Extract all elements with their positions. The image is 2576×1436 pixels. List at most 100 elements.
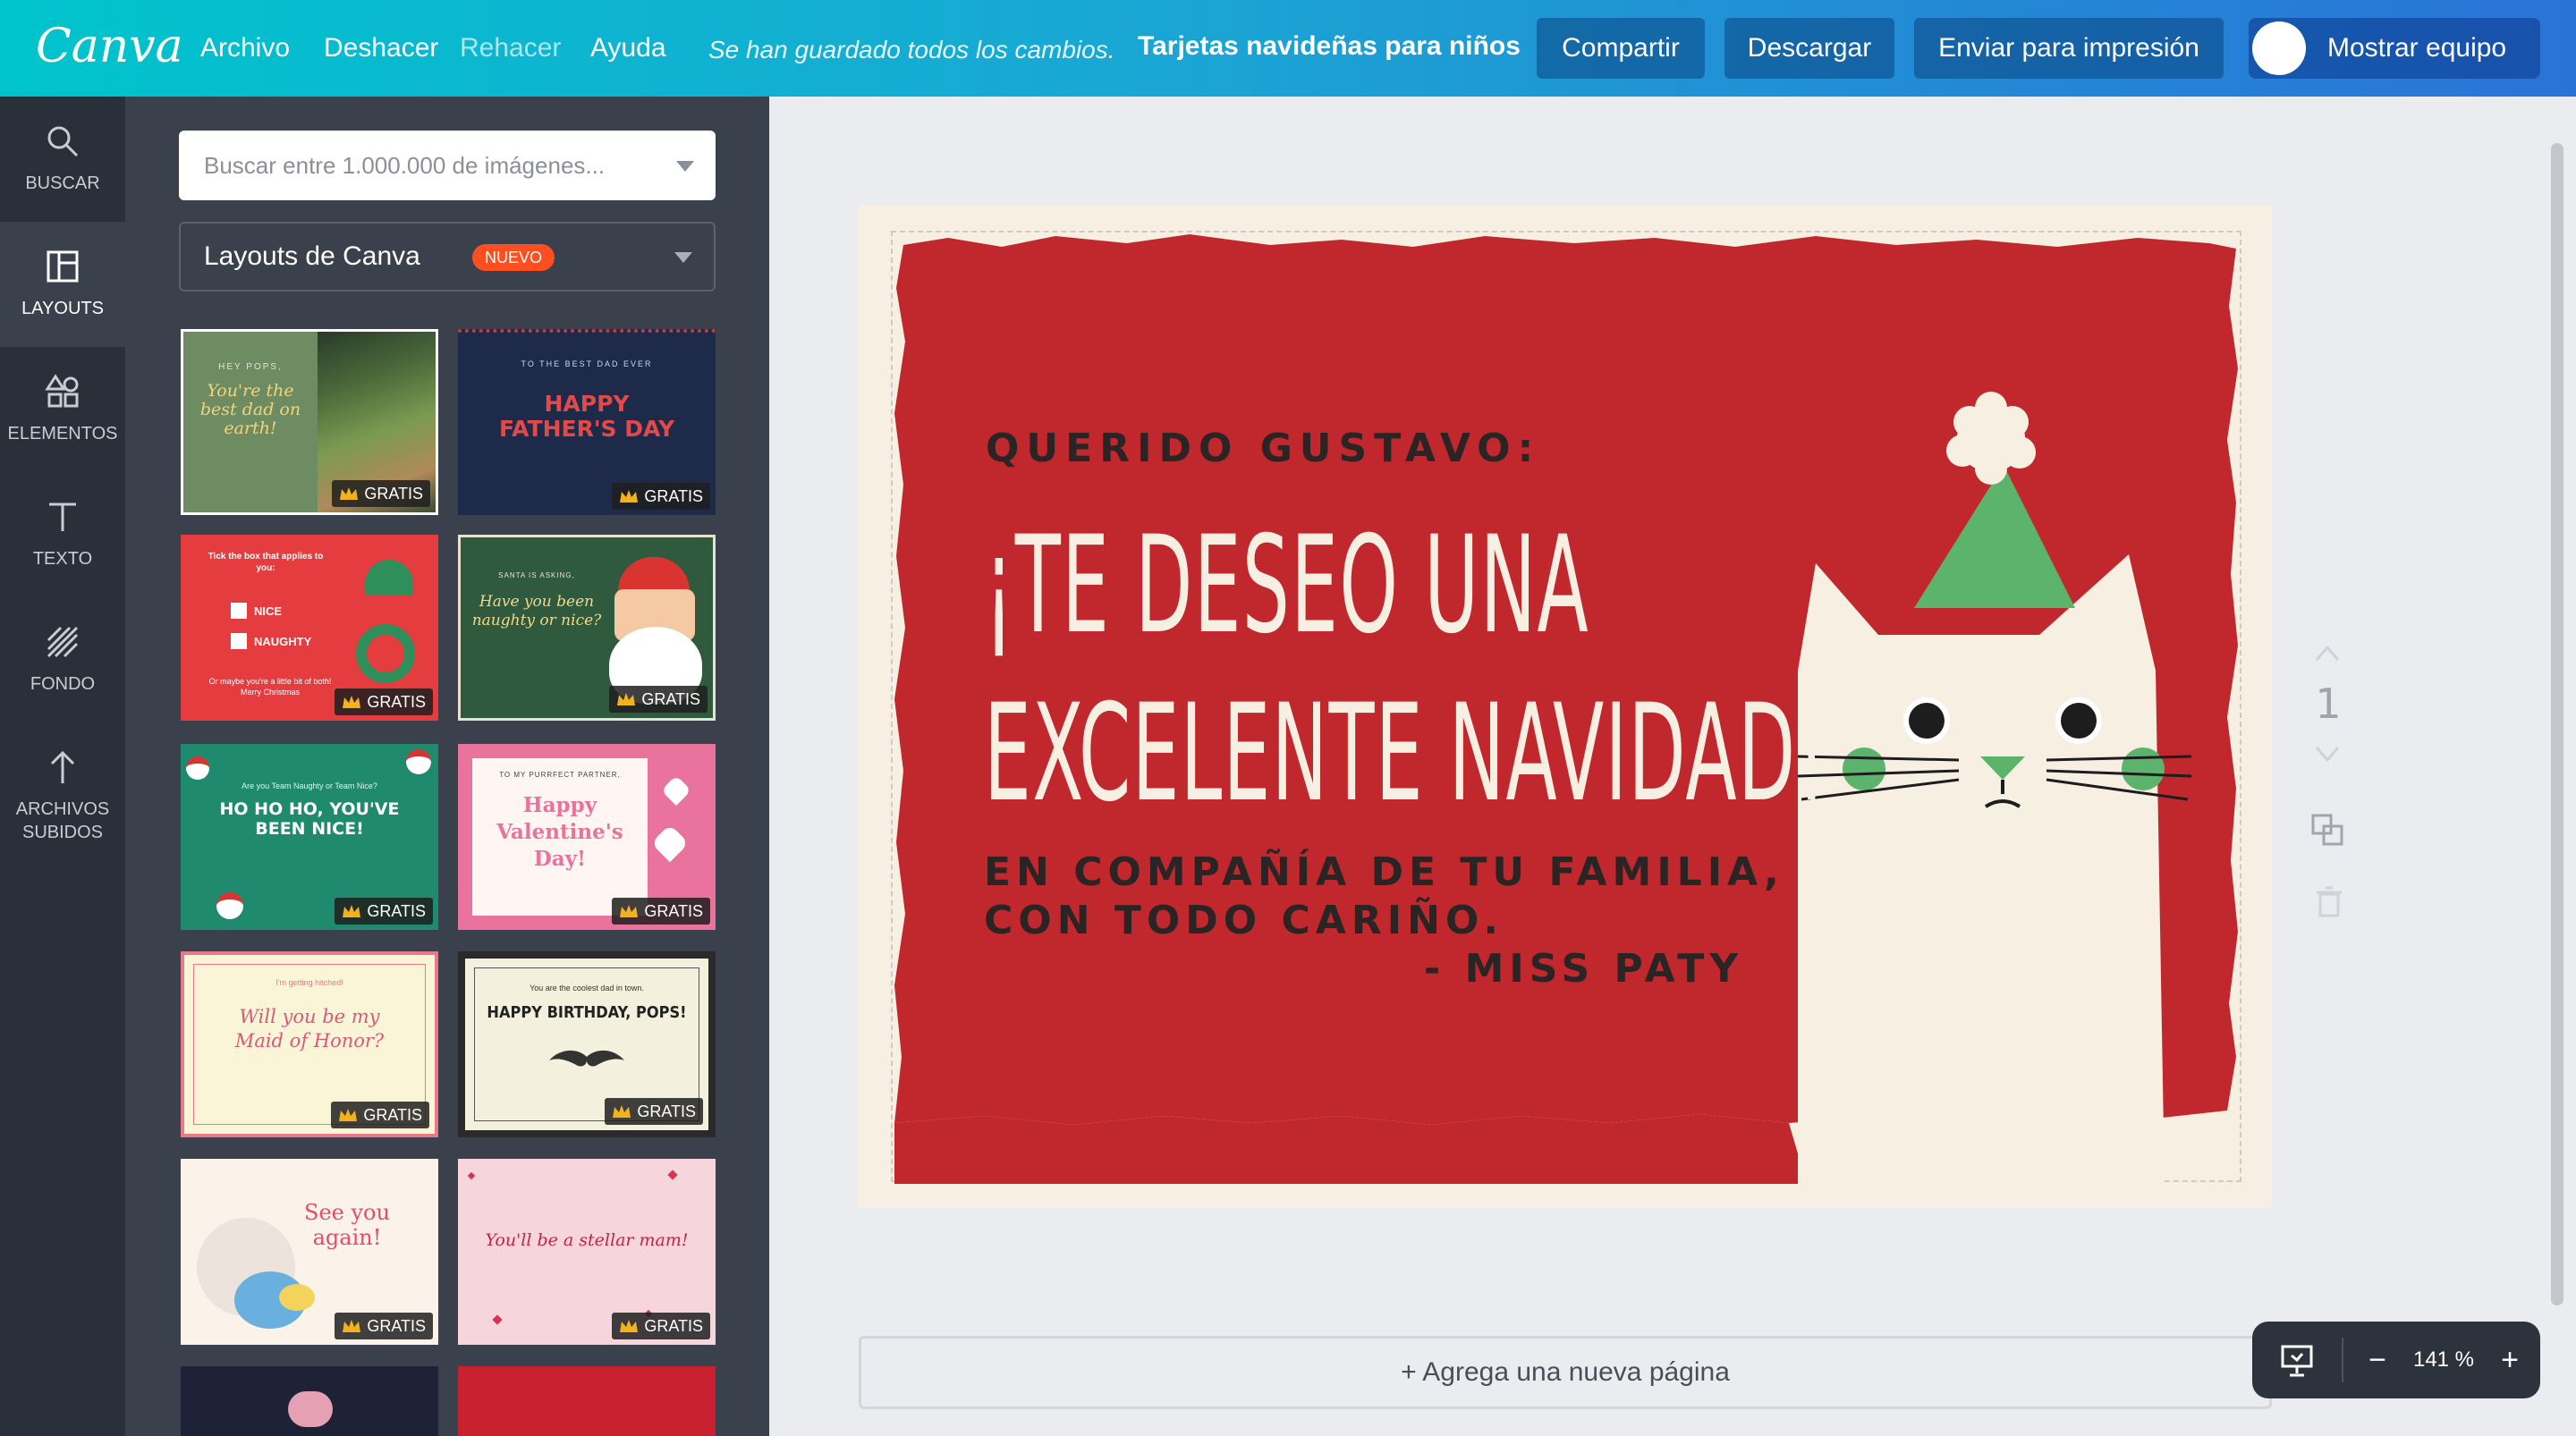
crown-icon bbox=[343, 696, 361, 708]
sidebar-label: BUSCAR bbox=[25, 173, 100, 193]
sidebar-item-fondo[interactable]: FONDO bbox=[0, 597, 125, 722]
template-thumbnail[interactable]: TO MY PURRFECT PARTNER, Happy Valentine'… bbox=[458, 744, 716, 930]
add-page-button[interactable]: + Agrega una nueva página bbox=[859, 1336, 2272, 1409]
chevron-down-icon[interactable] bbox=[676, 161, 694, 172]
zoom-out-button[interactable]: − bbox=[2358, 1322, 2397, 1398]
vertical-scrollbar[interactable] bbox=[2551, 143, 2563, 1305]
free-badge: GRATIS bbox=[612, 1313, 710, 1339]
mustache-icon bbox=[549, 1050, 624, 1067]
template-thumbnail[interactable] bbox=[181, 1366, 438, 1436]
template-title: Have you been naughty or nice? bbox=[471, 593, 602, 629]
template-title: You'll be a stellar mam! bbox=[485, 1230, 689, 1250]
layouts-dropdown[interactable]: Layouts de Canva NUEVO bbox=[179, 222, 716, 291]
free-badge: GRATIS bbox=[331, 1102, 429, 1128]
page-number: 1 bbox=[2315, 680, 2342, 728]
template-pretext: HEY POPS, bbox=[218, 362, 283, 372]
free-badge-label: GRATIS bbox=[644, 902, 703, 920]
dropdown-label: Layouts de Canva bbox=[204, 241, 420, 271]
present-button[interactable] bbox=[2267, 1322, 2329, 1398]
template-title: HAPPY FATHER'S DAY bbox=[498, 391, 675, 442]
show-team-button[interactable]: Mostrar equipo bbox=[2249, 18, 2540, 79]
template-thumbnail[interactable]: SANTA IS ASKING, Have you been naughty o… bbox=[458, 535, 716, 721]
menu-ayuda[interactable]: Ayuda bbox=[590, 30, 666, 66]
sidebar-item-elementos[interactable]: ELEMENTOS bbox=[0, 347, 125, 472]
card-headline-line2[interactable]: EXCELENTE NAVIDAD! bbox=[984, 676, 1827, 832]
free-badge: GRATIS bbox=[605, 1098, 703, 1125]
crown-icon bbox=[613, 1105, 631, 1118]
move-page-down-icon[interactable] bbox=[2309, 735, 2345, 771]
free-badge-label: GRATIS bbox=[363, 1106, 422, 1124]
search-input[interactable] bbox=[204, 131, 669, 200]
show-team-label: Mostrar equipo bbox=[2327, 33, 2507, 63]
sidebar-label: LAYOUTS bbox=[21, 299, 104, 318]
free-badge-label: GRATIS bbox=[641, 690, 700, 708]
crown-icon bbox=[620, 1320, 639, 1332]
layouts-icon bbox=[47, 250, 79, 283]
free-badge: GRATIS bbox=[612, 483, 710, 510]
sidebar-item-layouts[interactable]: LAYOUTS bbox=[0, 222, 125, 347]
menu-archivo[interactable]: Archivo bbox=[200, 30, 290, 66]
template-pretext: Are you Team Naughty or Team Nice? bbox=[242, 781, 377, 790]
search-icon bbox=[47, 126, 79, 157]
template-thumbnail[interactable]: HEY POPS, You're the best dad on earth! … bbox=[181, 329, 438, 515]
sidebar-label: FONDO bbox=[30, 674, 96, 694]
card-message-line1[interactable]: EN COMPAÑÍA DE TU FAMILIA, bbox=[984, 849, 1784, 895]
shapes-icon bbox=[45, 374, 79, 408]
sidebar-item-archivos[interactable]: ARCHIVOS SUBIDOS bbox=[0, 722, 125, 874]
sidebar-label-2: SUBIDOS bbox=[21, 823, 104, 842]
template-option: NICE bbox=[254, 604, 283, 618]
sidebar-label: ELEMENTOS bbox=[7, 424, 118, 443]
template-pretext: I'm getting hitched! bbox=[275, 978, 343, 987]
chevron-down-icon bbox=[674, 252, 692, 263]
document-title[interactable]: Tarjetas navideñas para niños bbox=[1138, 29, 1521, 64]
crown-icon bbox=[343, 905, 361, 917]
share-button[interactable]: Compartir bbox=[1537, 18, 1705, 79]
card-message-line2[interactable]: CON TODO CARIÑO. bbox=[984, 898, 1504, 943]
upload-icon bbox=[50, 750, 75, 783]
zoom-controls: − 141 % + bbox=[2252, 1322, 2540, 1398]
zoom-divider bbox=[2342, 1338, 2343, 1382]
download-button[interactable]: Descargar bbox=[1724, 18, 1894, 79]
card-signature[interactable]: - MISS PATY bbox=[1424, 946, 1743, 992]
template-thumbnail[interactable]: TO THE BEST DAD EVER HAPPY FATHER'S DAY … bbox=[458, 329, 716, 515]
template-pretext: You are the coolest dad in town. bbox=[530, 984, 644, 993]
sidebar-item-buscar[interactable]: BUSCAR bbox=[0, 97, 125, 222]
template-thumbnail[interactable]: Tick the box that applies to you: NICE N… bbox=[181, 535, 438, 721]
free-badge: GRATIS bbox=[335, 1313, 433, 1339]
free-badge-label: GRATIS bbox=[367, 693, 426, 711]
template-thumbnail[interactable]: Are you Team Naughty or Team Nice? HO HO… bbox=[181, 744, 438, 930]
template-pretext: SANTA IS ASKING, bbox=[498, 571, 575, 579]
canva-logo[interactable]: Canva bbox=[36, 14, 183, 79]
hat-pompom bbox=[1946, 392, 2036, 485]
card-greeting[interactable]: QUERIDO GUSTAVO: bbox=[986, 426, 1540, 471]
template-thumbnail[interactable]: I'm getting hitched! Will you be my Maid… bbox=[181, 951, 438, 1137]
template-thumbnail[interactable]: See you again! GRATIS bbox=[181, 1159, 438, 1345]
image-search-box[interactable] bbox=[179, 131, 716, 200]
sidebar-label: TEXTO bbox=[32, 549, 93, 569]
present-icon bbox=[2281, 1345, 2313, 1377]
free-badge-label: GRATIS bbox=[644, 1317, 703, 1335]
template-thumbnail[interactable] bbox=[458, 1366, 716, 1436]
move-page-up-icon[interactable] bbox=[2309, 637, 2345, 672]
crown-icon bbox=[620, 490, 639, 503]
print-button[interactable]: Enviar para impresión bbox=[1914, 18, 2224, 79]
template-thumbnail[interactable]: You are the coolest dad in town. HAPPY B… bbox=[458, 951, 716, 1137]
template-pretext: TO THE BEST DAD EVER bbox=[521, 359, 653, 368]
menu-rehacer[interactable]: Rehacer bbox=[460, 30, 561, 66]
card-headline-line1[interactable]: ¡TE DESEO UNA bbox=[984, 508, 1589, 663]
zoom-in-button[interactable]: + bbox=[2490, 1322, 2529, 1398]
zoom-level[interactable]: 141 % bbox=[2397, 1322, 2490, 1398]
background-icon bbox=[47, 626, 79, 658]
team-avatar bbox=[2252, 21, 2306, 75]
sidebar-label: ARCHIVOS bbox=[15, 799, 110, 819]
crown-icon bbox=[340, 487, 359, 500]
menu-deshacer[interactable]: Deshacer bbox=[324, 30, 438, 66]
template-title: HAPPY BIRTHDAY, POPS! bbox=[487, 1003, 687, 1022]
template-thumbnail[interactable]: You'll be a stellar mam! GRATIS bbox=[458, 1159, 716, 1345]
duplicate-page-icon[interactable] bbox=[2309, 812, 2345, 848]
delete-page-icon[interactable] bbox=[2311, 883, 2347, 919]
santa-hat bbox=[1914, 465, 2075, 608]
template-note: Or maybe you're a little bit of both! Me… bbox=[208, 677, 332, 697]
sidebar-item-texto[interactable]: TEXTO bbox=[0, 472, 125, 597]
save-status: Se han guardado todos los cambios. bbox=[708, 36, 1115, 63]
